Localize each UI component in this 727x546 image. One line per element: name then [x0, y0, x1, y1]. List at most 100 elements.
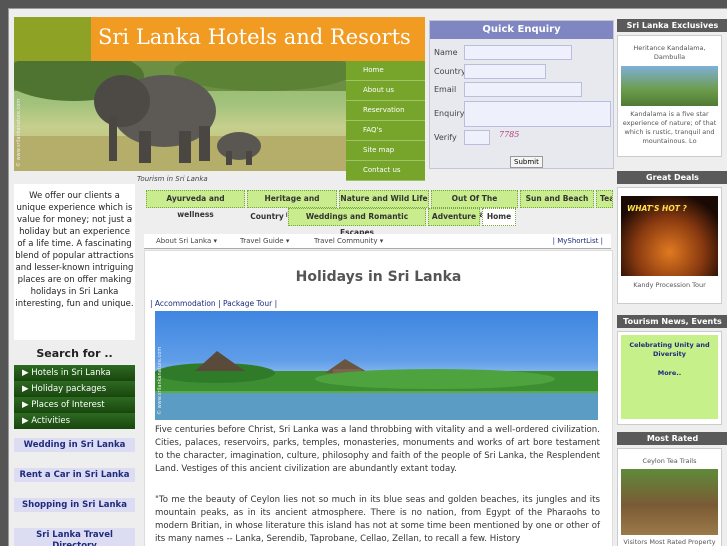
elephant-image — [14, 61, 346, 171]
subnav-travel-community[interactable]: Travel Community ▾ — [314, 237, 383, 245]
arrow-icon: ▶ — [22, 384, 32, 394]
tab-tea-country-start[interactable]: Tea — [596, 190, 613, 208]
nav-faqs[interactable]: FAQ's — [346, 121, 425, 141]
name-field[interactable] — [464, 45, 572, 60]
tab-weddings[interactable]: Weddings and Romantic Escapes — [288, 208, 426, 237]
tea-trails-photo[interactable] — [621, 469, 718, 535]
country-label: Country — [434, 67, 466, 76]
search-title: Search for .. — [14, 344, 135, 363]
tab-sun-beach[interactable]: Sun and Beach — [520, 190, 594, 208]
captcha-image: 7785 — [499, 130, 520, 139]
tab-nature[interactable]: Nature and Wild Life — [339, 190, 429, 208]
beach-image — [155, 351, 598, 420]
name-label: Name — [434, 48, 458, 57]
tab-heritage[interactable]: Heritage and Culture — [247, 190, 337, 219]
subnav-label: Travel Guide — [240, 237, 284, 245]
submit-button[interactable]: Submit — [510, 156, 543, 168]
shortlist-label: MyShortList — [557, 237, 599, 245]
myshortlist-link[interactable]: | MyShortList | — [553, 237, 603, 245]
enquiry-label: Enquiry — [434, 109, 465, 118]
exclusives-box: Heritance Kandalama, Dambulla Kandalama … — [617, 35, 722, 157]
search-list: ▶ Hotels in Sri Lanka ▶ Holiday packages… — [14, 365, 135, 429]
link-rent-car[interactable]: Rent a Car in Sri Lanka — [14, 468, 135, 482]
nav-site-map[interactable]: Site map — [346, 141, 425, 161]
package-tour-link[interactable]: Package Tour — [223, 299, 272, 308]
elephant-photo: © www.srilankanature.com — [14, 61, 346, 171]
kandalama-photo[interactable] — [621, 66, 718, 106]
news-panel: Celebrating Unity and Diversity More.. — [621, 335, 718, 419]
tab-ayurveda[interactable]: Ayurveda and wellness — [146, 190, 245, 219]
breadcrumb[interactable]: Tourism in Sri Lanka — [137, 175, 208, 183]
nav-contact-us[interactable]: Contact us — [346, 161, 425, 181]
search-item-label: Hotels in Sri Lanka — [31, 368, 111, 378]
deals-caption[interactable]: Kandy Procession Tour — [618, 281, 721, 290]
exclusives-header: Sri Lanka Exclusives — [617, 19, 727, 32]
beach-photo: © www.srilankanature.com — [155, 311, 598, 420]
page-frame: Sri Lanka Hotels and Resorts © www.srila… — [8, 8, 727, 546]
dropdown-icon: ▾ — [213, 237, 218, 245]
email-label: Email — [434, 85, 457, 94]
country-field[interactable] — [464, 64, 546, 79]
search-item-activities[interactable]: ▶ Activities — [14, 413, 135, 429]
link-shopping[interactable]: Shopping in Sri Lanka — [14, 498, 135, 512]
search-item-label: Holiday packages — [31, 384, 107, 394]
rated-name[interactable]: Ceylon Tea Trails — [618, 457, 721, 466]
link-travel-directory[interactable]: Sri Lanka Travel Directory — [14, 528, 135, 546]
deals-box: WHAT'S HOT ? Kandy Procession Tour — [617, 187, 722, 304]
quote-paragraph: "To me the beauty of Ceylon lies not so … — [155, 495, 600, 544]
dropdown-icon: ▾ — [379, 237, 384, 245]
news-more-link[interactable]: More.. — [621, 369, 718, 378]
accommodation-link[interactable]: Accommodation — [155, 299, 216, 308]
subnav-about[interactable]: About Sri Lanka ▾ — [156, 237, 217, 245]
email-field[interactable] — [464, 82, 582, 97]
main-nav: Home About us Reservation FAQ's Site map… — [346, 61, 425, 181]
tab-adventure[interactable]: Adventure — [428, 208, 480, 226]
procession-photo[interactable]: WHAT'S HOT ? — [621, 196, 718, 276]
news-header: Tourism News, Events — [617, 315, 727, 328]
subnav-label: Travel Community — [314, 237, 378, 245]
deals-header: Great Deals — [617, 171, 727, 184]
photo-watermark: © www.srilankanature.com — [16, 98, 22, 167]
arrow-icon: ▶ — [22, 416, 32, 426]
search-item-packages[interactable]: ▶ Holiday packages — [14, 381, 135, 397]
enquiry-title: Quick Enquiry — [430, 21, 613, 39]
site-title: Sri Lanka Hotels and Resorts — [98, 25, 411, 49]
whats-hot-badge: WHAT'S HOT ? — [627, 204, 687, 213]
exclusives-text: Kandalama is a five star experience of n… — [622, 110, 717, 145]
arrow-icon: ▶ — [22, 368, 32, 378]
main-content: Holidays in Sri Lanka | Accommodation | … — [144, 250, 613, 546]
page-title: Holidays in Sri Lanka — [295, 269, 462, 285]
verify-label: Verify — [434, 133, 457, 142]
nav-about-us[interactable]: About us — [346, 81, 425, 101]
dropdown-icon: ▾ — [285, 237, 290, 245]
subnav-travel-guide[interactable]: Travel Guide ▾ — [240, 237, 289, 245]
tab-home[interactable]: Home — [482, 208, 516, 226]
news-item[interactable]: Celebrating Unity and Diversity — [621, 335, 718, 359]
logo-block — [14, 17, 91, 61]
hero-watermark: © www.srilankanature.com — [157, 346, 163, 415]
intro-text: We offer our clients a unique experience… — [14, 184, 135, 340]
enquiry-textarea[interactable] — [464, 101, 611, 127]
tab-out-of-ordinary[interactable]: Out Of The Ordinary — [431, 190, 518, 219]
news-box: Celebrating Unity and Diversity More.. — [617, 331, 722, 425]
quick-enquiry-form: Quick Enquiry Name Country Email Enquiry… — [429, 20, 614, 169]
title-bar: Sri Lanka Hotels and Resorts — [14, 17, 425, 61]
search-item-places[interactable]: ▶ Places of Interest — [14, 397, 135, 413]
rated-box: Ceylon Tea Trails Visitors Most Rated Pr… — [617, 448, 722, 546]
header-banner: Sri Lanka Hotels and Resorts © www.srila… — [14, 17, 425, 181]
rated-header: Most Rated — [617, 432, 727, 445]
tab-tea-country-end[interactable]: Country — [248, 208, 286, 226]
search-item-label: Places of Interest — [31, 400, 105, 410]
sub-navigation: About Sri Lanka ▾ Travel Guide ▾ Travel … — [144, 234, 611, 249]
exclusives-name[interactable]: Heritance Kandalama, Dambulla — [618, 44, 721, 62]
search-item-hotels[interactable]: ▶ Hotels in Sri Lanka — [14, 365, 135, 381]
search-item-label: Activities — [31, 416, 71, 426]
verify-field[interactable] — [464, 130, 490, 145]
subnav-label: About Sri Lanka — [156, 237, 212, 245]
content-links: | Accommodation | Package Tour | — [150, 299, 278, 308]
nav-reservation[interactable]: Reservation — [346, 101, 425, 121]
nav-home[interactable]: Home — [346, 61, 425, 81]
intro-paragraph: Five centuries before Christ, Sri Lanka … — [155, 425, 600, 474]
arrow-icon: ▶ — [22, 400, 32, 410]
link-wedding[interactable]: Wedding in Sri Lanka — [14, 438, 135, 452]
